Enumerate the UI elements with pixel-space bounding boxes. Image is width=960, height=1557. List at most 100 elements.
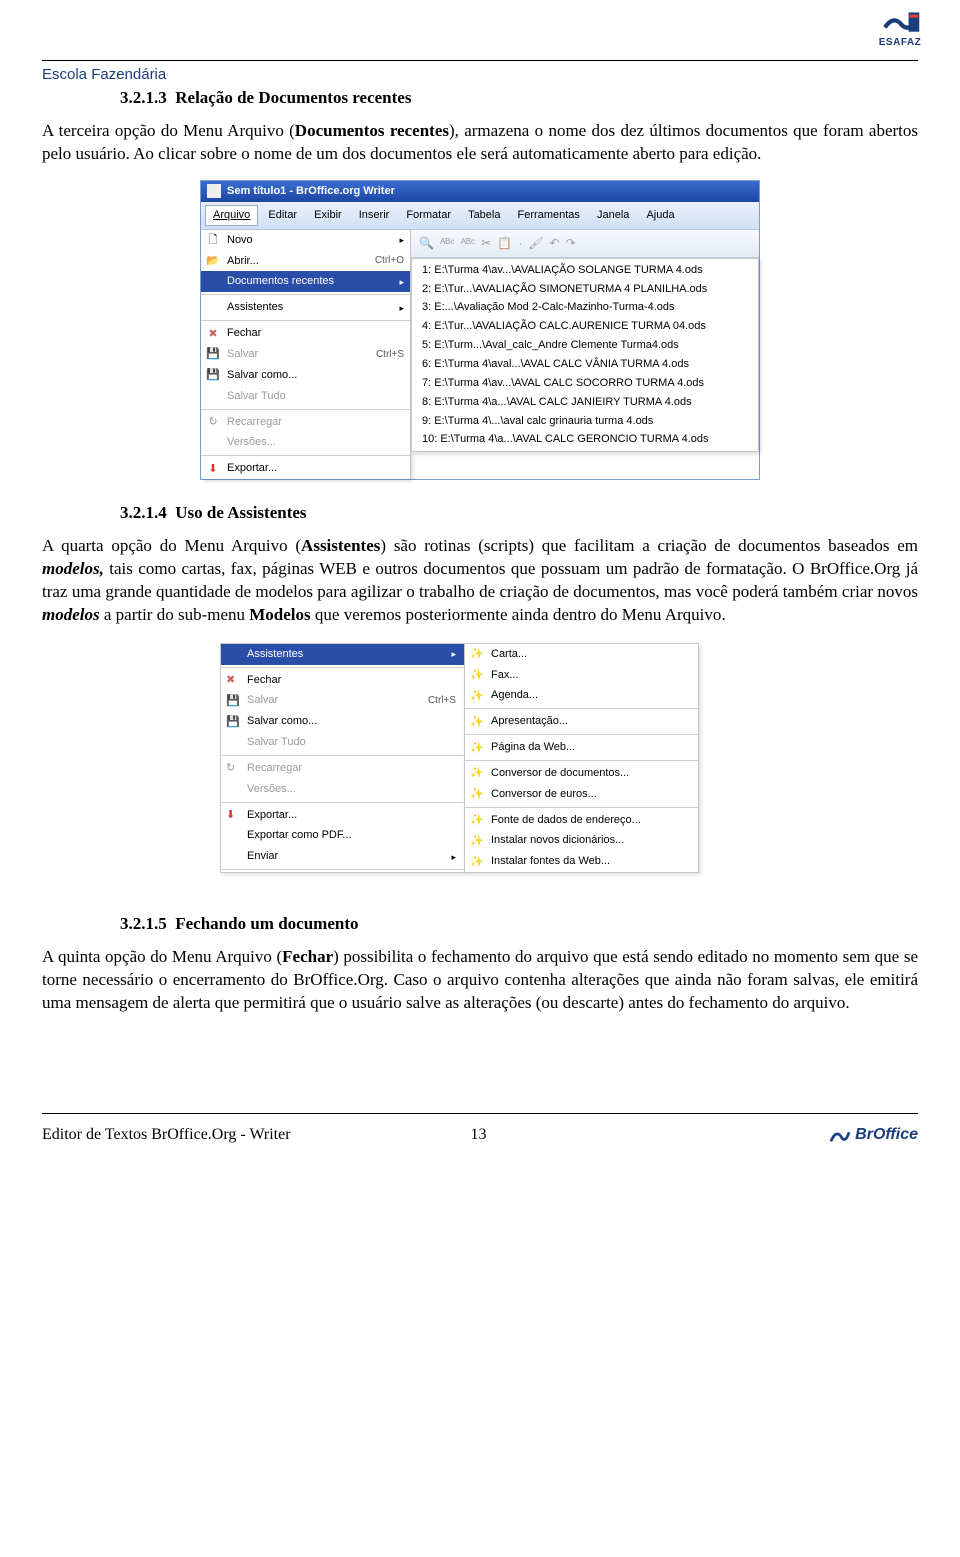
assistentes-submenu: ✨Carta... ✨Fax... ✨Agenda... ✨Apresentaç… — [464, 643, 699, 873]
wiz-instalar-dic[interactable]: ✨Instalar novos dicionários... — [465, 830, 698, 851]
section-title: Uso de Assistentes — [175, 503, 306, 522]
open-icon: 📂 — [206, 254, 220, 268]
app-icon — [207, 184, 221, 198]
recent-item[interactable]: 9: E:\Turma 4\...\aval calc grinauria tu… — [412, 412, 758, 431]
menu-salvar[interactable]: 💾SalvarCtrl+S — [201, 344, 410, 365]
wiz-fonte-dados[interactable]: ✨Fonte de dados de endereço... — [465, 810, 698, 831]
menu-arquivo[interactable]: Arquivo — [205, 205, 258, 226]
section-title: Fechando um documento — [175, 914, 358, 933]
menu-fechar[interactable]: ✖Fechar — [221, 670, 464, 691]
footer-text: Editor de Textos BrOffice.Org - Writer — [42, 1124, 291, 1146]
tool-icon: · — [518, 235, 522, 251]
esafaz-caption: ESAFAZ — [868, 36, 932, 50]
wizard-icon: ✨ — [470, 689, 484, 703]
recent-item[interactable]: 4: E:\Tur...\AVALIAÇÃO CALC.AURENICE TUR… — [412, 317, 758, 336]
new-icon: 🗋 — [206, 233, 220, 247]
menu-tabela[interactable]: Tabela — [461, 206, 507, 225]
toolbar: 🔍 ᴬᴮᶜ ᴬᴮᶜ ✂ 📋 · 🖌 ↶ ↷ — [411, 230, 759, 258]
wizard-icon: ✨ — [470, 813, 484, 827]
menu-assistentes[interactable]: Assistentes▸ — [201, 297, 410, 318]
arquivo-menu-partial: Assistentes▸ ✖Fechar 💾SalvarCtrl+S 💾Salv… — [220, 643, 465, 873]
menu-versoes[interactable]: Versões... — [221, 779, 464, 800]
menu-doc-recentes[interactable]: Documentos recentes▸ — [201, 271, 410, 292]
recent-item[interactable]: 6: E:\Turma 4\aval...\AVAL CALC VÂNIA TU… — [412, 355, 758, 374]
menu-novo[interactable]: 🗋Novo▸ — [201, 230, 410, 251]
window-titlebar: Sem título1 - BrOffice.org Writer — [201, 181, 759, 202]
recent-item[interactable]: 8: E:\Turma 4\a...\AVAL CALC JANIEIRY TU… — [412, 393, 758, 412]
close-icon: ✖ — [206, 327, 220, 341]
menu-enviar[interactable]: Enviar▸ — [221, 846, 464, 867]
wiz-instalar-fontes[interactable]: ✨Instalar fontes da Web... — [465, 851, 698, 872]
menu-exibir[interactable]: Exibir — [307, 206, 349, 225]
tool-icon: ᴬᴮᶜ — [461, 235, 476, 251]
menubar: Arquivo Editar Exibir Inserir Formatar T… — [201, 202, 759, 230]
school-name: Escola Fazendária — [42, 65, 918, 85]
menu-salvar-tudo[interactable]: Salvar Tudo — [221, 732, 464, 753]
section-3213-heading: 3.2.1.3 Relação de Documentos recentes — [120, 87, 918, 110]
tool-icon: ✂ — [481, 235, 491, 251]
broffice-window: Sem título1 - BrOffice.org Writer Arquiv… — [200, 180, 760, 480]
menu-recarregar[interactable]: ↻Recarregar — [201, 412, 410, 433]
close-icon: ✖ — [226, 673, 240, 687]
section-num: 3.2.1.5 — [120, 914, 167, 933]
broffice-logo: BrOffice — [829, 1124, 918, 1146]
menu-janela[interactable]: Janela — [590, 206, 636, 225]
menu-salvar-como[interactable]: 💾Salvar como... — [221, 711, 464, 732]
menu-exportar-pdf[interactable]: Exportar como PDF... — [221, 825, 464, 846]
wizard-icon: ✨ — [470, 766, 484, 780]
menu-editar[interactable]: Editar — [261, 206, 304, 225]
menu-inserir[interactable]: Inserir — [352, 206, 397, 225]
menu-salvar[interactable]: 💾SalvarCtrl+S — [221, 690, 464, 711]
arquivo-dropdown: 🗋Novo▸ 📂Abrir...Ctrl+O Documentos recent… — [201, 230, 411, 479]
esafaz-logo: ESAFAZ — [868, 6, 932, 54]
section-num: 3.2.1.3 — [120, 88, 167, 107]
tool-icon: ↷ — [566, 235, 576, 251]
footer-rule — [42, 1113, 918, 1114]
export-icon: ⬇ — [206, 462, 220, 476]
wiz-agenda[interactable]: ✨Agenda... — [465, 685, 698, 706]
wiz-carta[interactable]: ✨Carta... — [465, 644, 698, 665]
menu-fechar[interactable]: ✖Fechar — [201, 323, 410, 344]
wizard-icon: ✨ — [470, 741, 484, 755]
tool-icon: 📋 — [497, 235, 512, 251]
menu-ferramentas[interactable]: Ferramentas — [511, 206, 587, 225]
recent-docs-submenu: 1: E:\Turma 4\av...\AVALIAÇÃO SOLANGE TU… — [411, 258, 759, 452]
tool-icon: 🖌 — [528, 235, 543, 251]
recent-item[interactable]: 5: E:\Turm...\Aval_calc_Andre Clemente T… — [412, 336, 758, 355]
recent-item[interactable]: 3: E:...\Avaliação Mod 2-Calc-Mazinho-Tu… — [412, 298, 758, 317]
wizard-icon: ✨ — [470, 715, 484, 729]
tool-icon: ᴬᴮᶜ — [440, 235, 455, 251]
menu-ajuda[interactable]: Ajuda — [639, 206, 681, 225]
menu-exportar[interactable]: ⬇Exportar... — [201, 458, 410, 479]
section-3215-heading: 3.2.1.5 Fechando um documento — [120, 913, 918, 936]
wizard-icon: ✨ — [470, 668, 484, 682]
reload-icon: ↻ — [206, 415, 220, 429]
menu-abrir[interactable]: 📂Abrir...Ctrl+O — [201, 251, 410, 272]
section-title: Relação de Documentos recentes — [175, 88, 411, 107]
saveas-icon: 💾 — [226, 715, 240, 729]
recent-item[interactable]: 2: E:\Tur...\AVALIAÇÃO SIMONETURMA 4 PLA… — [412, 280, 758, 299]
wiz-conversor-euros[interactable]: ✨Conversor de euros... — [465, 784, 698, 805]
para-3213: A terceira opção do Menu Arquivo (Docume… — [42, 120, 918, 166]
para-3215: A quinta opção do Menu Arquivo (Fechar) … — [42, 946, 918, 1015]
wiz-fax[interactable]: ✨Fax... — [465, 665, 698, 686]
menu-salvar-como[interactable]: 💾Salvar como... — [201, 365, 410, 386]
menu-formatar[interactable]: Formatar — [399, 206, 458, 225]
menu-salvar-tudo[interactable]: Salvar Tudo — [201, 386, 410, 407]
tool-icon: ↶ — [550, 235, 560, 251]
menu-exportar[interactable]: ⬇Exportar... — [221, 805, 464, 826]
export-icon: ⬇ — [226, 808, 240, 822]
menu-recarregar[interactable]: ↻Recarregar — [221, 758, 464, 779]
save-icon: 💾 — [206, 347, 220, 361]
wiz-pagina-web[interactable]: ✨Página da Web... — [465, 737, 698, 758]
recent-item[interactable]: 10: E:\Turma 4\a...\AVAL CALC GERONCIO T… — [412, 430, 758, 449]
menu-versoes[interactable]: Versões... — [201, 432, 410, 453]
header-rule — [42, 60, 918, 61]
wiz-apresentacao[interactable]: ✨Apresentação... — [465, 711, 698, 732]
recent-item[interactable]: 1: E:\Turma 4\av...\AVALIAÇÃO SOLANGE TU… — [412, 261, 758, 280]
section-num: 3.2.1.4 — [120, 503, 167, 522]
reload-icon: ↻ — [226, 761, 240, 775]
menu-assistentes-hl[interactable]: Assistentes▸ — [221, 644, 464, 665]
recent-item[interactable]: 7: E:\Turma 4\av...\AVAL CALC SOCORRO TU… — [412, 374, 758, 393]
wiz-conversor-doc[interactable]: ✨Conversor de documentos... — [465, 763, 698, 784]
